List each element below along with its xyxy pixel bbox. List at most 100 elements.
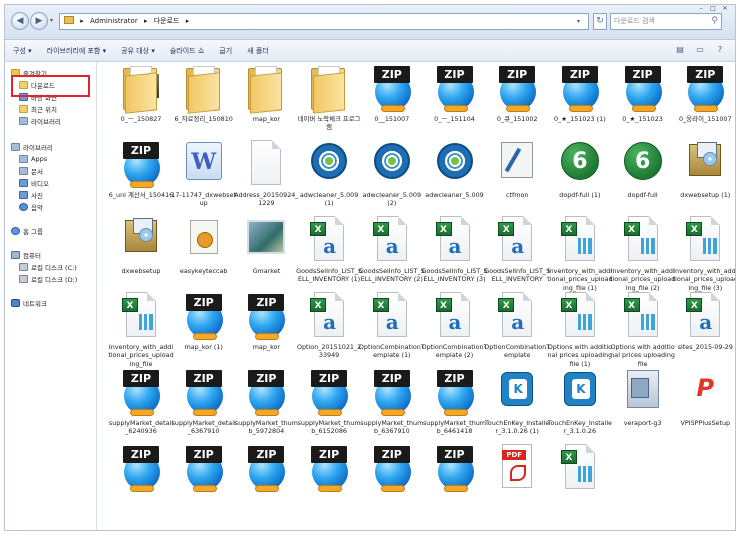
preview-pane-icon[interactable]: ▭	[693, 44, 707, 56]
sidebar-computer[interactable]: 컴퓨터	[11, 250, 41, 260]
file-item[interactable]: Xa GoodsSelInfo_LIST_SELL_INVENTORY (3)	[422, 216, 487, 292]
file-item[interactable]: adwcleaner_5.009 (2)	[361, 140, 423, 216]
file-item[interactable]: ZIP 0__151007	[361, 64, 423, 140]
new-folder-button[interactable]: 새 폴더	[247, 46, 269, 56]
file-item[interactable]: ZIP supplyMarket_thumb_6367910	[360, 368, 423, 444]
file-item[interactable]: ZIP map_kor	[235, 292, 297, 368]
maximize-button[interactable]: □	[707, 5, 719, 13]
file-item[interactable]: 6_자료정리_150810	[173, 64, 235, 140]
sidebar-label: 문서	[31, 168, 43, 176]
file-item[interactable]: ZIP supplyMarket_detail_6240936	[109, 368, 173, 444]
file-item[interactable]: Xa OptionCombinationTemplate (1)	[359, 292, 425, 368]
file-item[interactable]: X Inventory_with_additional_prices_upload…	[673, 216, 735, 292]
sidebar-item-videos[interactable]: 비디오	[19, 178, 49, 188]
breadcrumb-downloads[interactable]: 다운로드	[154, 17, 180, 25]
file-item[interactable]: ZIP 6_uni 계산서_150416	[109, 140, 173, 216]
file-item[interactable]: ZIP 0_★_151023 (1)	[549, 64, 611, 140]
breadcrumb-administrator[interactable]: Administrator	[90, 17, 138, 25]
help-icon[interactable]: ?	[713, 44, 727, 56]
sidebar-item-documents[interactable]: 문서	[19, 166, 43, 176]
file-item[interactable]: 0_ㅡ_150827	[110, 64, 172, 140]
file-item[interactable]: ZIP supplyMarket_thumb_5972804	[235, 368, 298, 444]
file-item[interactable]: ZIP 0_웅라이_151007	[674, 64, 735, 140]
file-item[interactable]: ZIP 0_★_151023	[612, 64, 674, 140]
file-item[interactable]: ZIP map_kor (1)	[173, 292, 235, 368]
refresh-button[interactable]: ↻	[593, 13, 607, 30]
file-item[interactable]: ZIP supplyMarket_thumb_6152086	[298, 368, 361, 444]
file-item[interactable]: ZIP supplyMarket_thumb_6461418	[423, 368, 486, 444]
sidebar-item-recent[interactable]: 최근 위치	[19, 104, 57, 114]
zip-tag: ZIP	[248, 446, 285, 463]
search-input[interactable]: 다운로드 검색 ⚲	[610, 13, 722, 30]
share-with-button[interactable]: 공유 대상 ▾	[121, 46, 155, 56]
file-item[interactable]: K TouchEnKey_Installer_3.1.0.26	[548, 368, 612, 444]
file-item[interactable]: Xa sites_2015-09-29	[674, 292, 735, 368]
close-button[interactable]: ✕	[719, 5, 731, 13]
sidebar-label: 비디오	[31, 180, 49, 188]
zip-archive-icon: ZIP	[560, 64, 600, 114]
file-item[interactable]: W 17-11747_dxwebsetup	[171, 140, 236, 216]
file-item[interactable]: Xa OptionCombinationTemplate	[484, 292, 550, 368]
file-item[interactable]: dxwebsetup (1)	[674, 140, 735, 216]
file-item[interactable]: ZIP 0_ㅡ_151104	[424, 64, 486, 140]
address-box[interactable]: ▸ Administrator ▸ 다운로드 ▸ ▾	[59, 13, 589, 30]
file-item[interactable]: veraport-g3	[612, 368, 674, 444]
sidebar-item-library-fav[interactable]: 라이브러리	[19, 116, 61, 126]
forward-button[interactable]: ▶	[30, 12, 48, 30]
recent-pages-dropdown[interactable]: ▾	[50, 17, 53, 24]
file-item[interactable]: Gmarket	[235, 216, 297, 292]
file-item[interactable]: adwcleaner_5.009	[424, 140, 486, 216]
organize-button[interactable]: 구성 ▾	[13, 46, 32, 56]
file-item[interactable]: Xa Option_20151021_233949	[297, 292, 361, 368]
file-item[interactable]: Xa GoodsSelInfo_LIST_SELL_INVENTORY (1)	[296, 216, 362, 292]
file-item[interactable]: map_kor	[235, 64, 297, 140]
file-item[interactable]: X	[549, 444, 611, 520]
sidebar-item-drive-c[interactable]: 로컬 디스크 (C:)	[19, 262, 77, 272]
minimize-button[interactable]: –	[695, 5, 707, 13]
file-name: GoodsSelInfo_LIST_SELL_INVENTORY	[484, 267, 551, 284]
sidebar-item-apps[interactable]: Apps	[19, 154, 47, 164]
file-item[interactable]: Xa OptionCombinationTemplate (2)	[422, 292, 487, 368]
file-item[interactable]: Address_20150924_1229	[234, 140, 299, 216]
sidebar-network[interactable]: 네트워크	[11, 298, 47, 308]
file-item[interactable]: X Inventory_with_additional_prices_upload…	[610, 216, 675, 292]
file-item[interactable]: X Inventory_with_additional_prices_upload…	[547, 216, 613, 292]
sidebar-item-music[interactable]: 음악	[19, 202, 43, 212]
file-item[interactable]: 6 dopdf-full (1)	[549, 140, 611, 216]
file-item[interactable]: X Inventory_with_additional_prices_upload…	[108, 292, 174, 368]
search-icon[interactable]: ⚲	[711, 14, 718, 29]
dopdf-icon: 6	[623, 140, 663, 190]
file-item[interactable]: ZIP supplyMarket_detail_6367910	[172, 368, 236, 444]
file-item[interactable]: ZIP	[424, 444, 486, 520]
zip-archive-icon: ZIP	[435, 368, 475, 418]
view-options-icon[interactable]: ▤	[673, 44, 687, 56]
file-item[interactable]: K TouchEnKey_Installer_3.1.0.26 (1)	[485, 368, 549, 444]
back-button[interactable]: ◀	[11, 12, 29, 30]
file-item[interactable]: ZIP	[298, 444, 360, 520]
include-in-library-button[interactable]: 라이브러리에 포함 ▾	[47, 46, 106, 56]
file-item[interactable]: ZIP	[110, 444, 172, 520]
file-item[interactable]: dxwebsetup	[110, 216, 172, 292]
file-item[interactable]: X Options with additional prices uploadin…	[610, 292, 675, 368]
file-item[interactable]: adwcleaner_5.009 (1)	[298, 140, 360, 216]
file-item[interactable]: ctfmon	[486, 140, 548, 216]
file-item[interactable]: ZIP	[361, 444, 423, 520]
burn-button[interactable]: 굽기	[219, 46, 232, 56]
file-item[interactable]: Xa GoodsSelInfo_LIST_SELL_INVENTORY (2)	[359, 216, 425, 292]
file-item[interactable]: X Options with additional prices uploadin…	[548, 292, 612, 368]
file-item[interactable]: ZIP	[235, 444, 297, 520]
file-item[interactable]: PDF	[486, 444, 548, 520]
address-dropdown-icon[interactable]: ▾	[577, 14, 580, 29]
sidebar-homegroup[interactable]: 홈 그룹	[11, 226, 43, 236]
slide-show-button[interactable]: 슬라이드 쇼	[170, 46, 204, 56]
sidebar-item-pictures[interactable]: 사진	[19, 190, 43, 200]
sidebar-libraries[interactable]: 라이브러리	[11, 142, 53, 152]
file-item[interactable]: ZIP 0_큐_151002	[486, 64, 548, 140]
file-item[interactable]: easykeyteccab	[173, 216, 235, 292]
file-item[interactable]: 6 dopdf-full	[612, 140, 674, 216]
file-item[interactable]: ZIP	[173, 444, 235, 520]
sidebar-item-drive-d[interactable]: 로컬 디스크 (D:)	[19, 274, 77, 284]
file-item[interactable]: Xa GoodsSelInfo_LIST_SELL_INVENTORY	[484, 216, 551, 292]
file-item[interactable]: 네이버 노락체크 프로그램	[298, 64, 361, 140]
file-item[interactable]: P VPISPPlusSetup	[674, 368, 735, 444]
